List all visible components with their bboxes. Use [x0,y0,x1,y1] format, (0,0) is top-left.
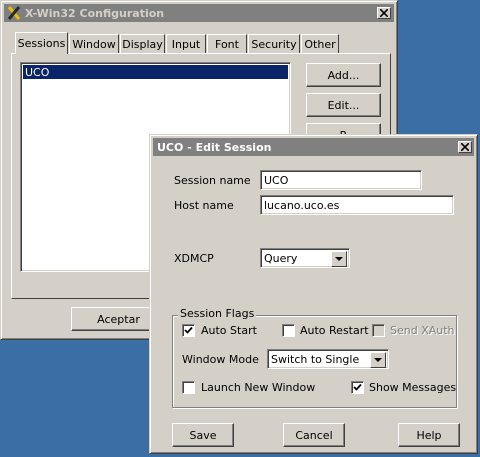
session-name-label: Session name [174,174,251,187]
edit-button[interactable]: Edit... [306,93,381,117]
xdmcp-label: XDMCP [174,252,214,265]
chevron-down-icon [374,358,382,362]
session-name-field[interactable]: UCO [260,170,422,190]
tab-window[interactable]: Window [69,34,119,53]
auto-restart-label: Auto Restart [300,324,369,337]
send-xauth-checkbox [372,324,385,337]
show-messages-label: Show Messages [369,381,457,394]
show-messages-checkbox[interactable] [351,381,364,394]
launch-new-window-label: Launch New Window [201,381,316,394]
session-flags-label: Session Flags [178,307,257,320]
config-window-title: X-Win32 Configuration [25,6,165,20]
add-button[interactable]: Add... [306,63,381,87]
auto-start-label: Auto Start [201,324,257,337]
auto-restart-checkbox[interactable] [282,324,295,337]
tab-sessions[interactable]: Sessions [15,32,68,54]
launch-new-window-checkbox[interactable] [182,381,195,394]
checkmark-icon [184,326,193,334]
edit-session-title: UCO - Edit Session [157,140,272,154]
tab-other[interactable]: Other [301,34,339,53]
host-name-label: Host name [174,199,234,212]
tab-font[interactable]: Font [207,34,247,53]
save-button[interactable]: Save [172,423,234,447]
tab-display[interactable]: Display [120,34,165,53]
tab-security[interactable]: Security [248,34,300,53]
window-mode-select[interactable]: Switch to Single [267,349,389,369]
window-mode-label: Window Mode [182,353,259,366]
xwin32-logo-icon [7,6,21,20]
close-icon [461,143,469,151]
edit-session-close-button[interactable] [458,141,472,153]
edit-session-titlebar[interactable]: UCO - Edit Session [153,138,474,156]
close-icon [380,9,388,17]
chevron-down-icon [335,257,343,261]
xdmcp-dropdown-button[interactable] [331,251,347,267]
xdmcp-select[interactable]: Query [260,248,350,268]
send-xauth-label: Send XAuth [390,324,455,337]
auto-start-checkbox[interactable] [182,324,195,337]
window-mode-dropdown-button[interactable] [370,352,386,368]
config-close-button[interactable] [377,7,391,19]
config-titlebar[interactable]: X-Win32 Configuration [4,4,394,22]
edit-session-dialog: UCO - Edit Session Session name UCO Host… [149,134,478,454]
tab-input[interactable]: Input [166,34,206,53]
host-name-field[interactable]: lucano.uco.es [260,195,454,215]
list-item[interactable]: UCO [23,65,288,79]
help-button[interactable]: Help [398,423,460,447]
checkmark-icon [353,383,362,391]
cancel-button[interactable]: Cancel [283,423,345,447]
